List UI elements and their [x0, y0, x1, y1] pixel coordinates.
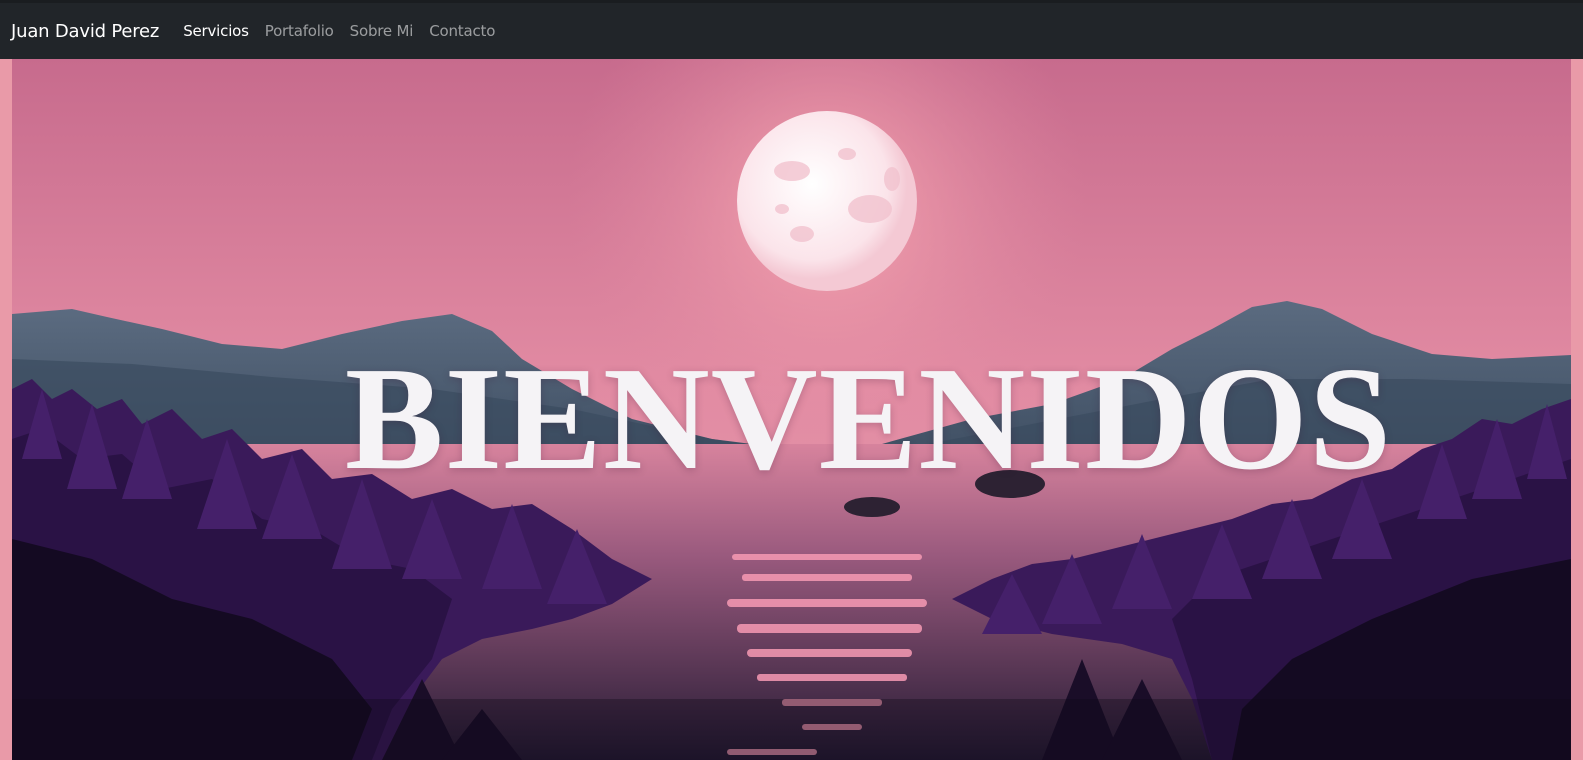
- nav-link-sobre-mi[interactable]: Sobre Mi: [350, 22, 414, 40]
- hero-banner: BIENVENIDOS: [12, 59, 1571, 760]
- nav-links: Servicios Portafolio Sobre Mi Contacto: [183, 22, 495, 40]
- hero-title: BIENVENIDOS: [344, 337, 1393, 501]
- navbar-brand[interactable]: Juan David Perez: [11, 21, 159, 42]
- navbar: Juan David Perez Servicios Portafolio So…: [0, 0, 1583, 59]
- nav-link-servicios[interactable]: Servicios: [183, 22, 249, 40]
- hero-section: BIENVENIDOS: [0, 59, 1583, 760]
- nav-link-contacto[interactable]: Contacto: [429, 22, 495, 40]
- nav-link-portafolio[interactable]: Portafolio: [265, 22, 334, 40]
